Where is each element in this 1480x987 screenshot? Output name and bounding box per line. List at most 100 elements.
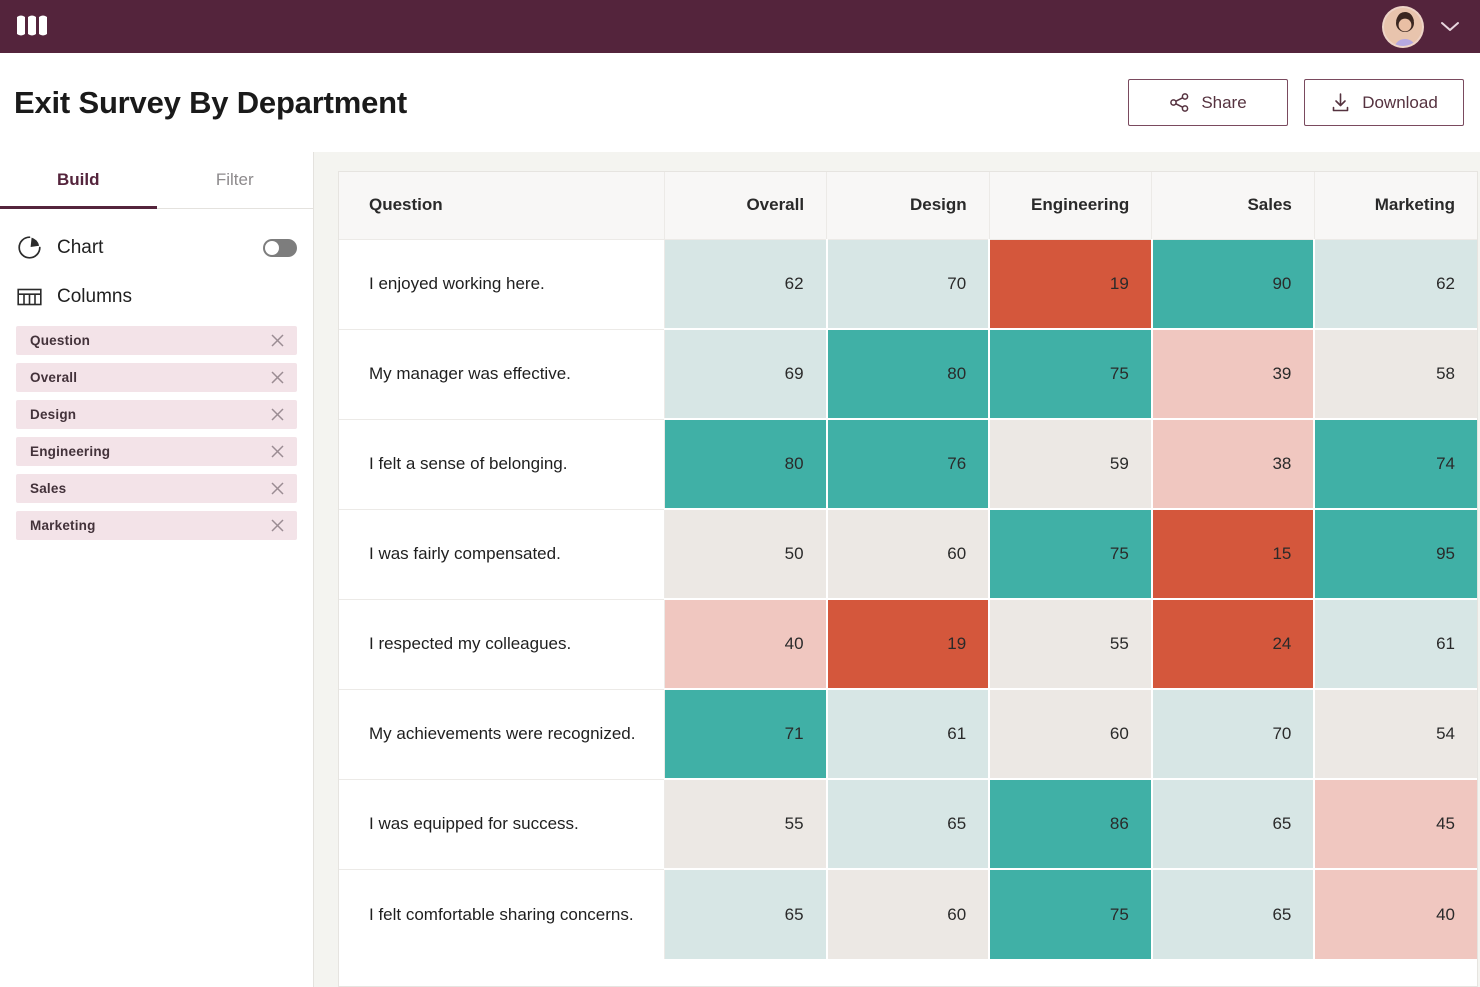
heatmap-cell-design: 76	[827, 419, 990, 509]
heatmap-cell-overall: 80	[664, 419, 827, 509]
wave-logo-icon[interactable]	[14, 14, 48, 40]
column-chip-question[interactable]: Question	[16, 326, 297, 355]
heatmap-cell-engineering: 19	[989, 239, 1152, 329]
column-chip-marketing[interactable]: Marketing	[16, 511, 297, 540]
chip-label: Engineering	[30, 444, 110, 459]
heatmap-cell-sales: 15	[1152, 509, 1315, 599]
heatmap-cell-marketing: 61	[1314, 599, 1477, 689]
chip-label: Design	[30, 407, 76, 422]
column-chip-design[interactable]: Design	[16, 400, 297, 429]
question-cell: I felt a sense of belonging.	[339, 419, 664, 509]
share-network-icon	[1169, 92, 1190, 113]
sidebar-tabs: Build Filter	[0, 152, 313, 209]
question-cell: My manager was effective.	[339, 329, 664, 419]
chevron-down-icon[interactable]	[1440, 20, 1460, 33]
question-cell: I was fairly compensated.	[339, 509, 664, 599]
build-sidebar: Build Filter Chart	[0, 152, 314, 987]
table-header: QuestionOverallDesignEngineeringSalesMar…	[339, 172, 1477, 239]
column-chip-overall[interactable]: Overall	[16, 363, 297, 392]
table-columns-icon	[16, 286, 43, 308]
close-icon[interactable]	[270, 518, 285, 533]
top-brand-bar	[0, 0, 1480, 53]
column-chip-list: Question Overall Design	[12, 326, 301, 540]
heatmap-cell-overall: 40	[664, 599, 827, 689]
heatmap-cell-sales: 38	[1152, 419, 1315, 509]
column-header-engineering[interactable]: Engineering	[989, 172, 1152, 239]
chart-row: Chart	[12, 209, 301, 260]
heatmap-cell-marketing: 40	[1314, 869, 1477, 959]
table-row: My achievements were recognized.71616070…	[339, 689, 1477, 779]
heatmap-cell-design: 60	[827, 509, 990, 599]
heatmap-cell-engineering: 55	[989, 599, 1152, 689]
heatmap-cell-overall: 55	[664, 779, 827, 869]
chip-label: Question	[30, 333, 90, 348]
close-icon[interactable]	[270, 370, 285, 385]
column-header-sales[interactable]: Sales	[1152, 172, 1315, 239]
share-button[interactable]: Share	[1128, 79, 1288, 126]
heatmap-cell-design: 60	[827, 869, 990, 959]
heatmap-cell-marketing: 74	[1314, 419, 1477, 509]
table-body: I enjoyed working here.6270199062My mana…	[339, 239, 1477, 959]
heatmap-cell-overall: 62	[664, 239, 827, 329]
close-icon[interactable]	[270, 333, 285, 348]
question-cell: My achievements were recognized.	[339, 689, 664, 779]
tab-filter[interactable]: Filter	[157, 152, 314, 208]
table-header-row: QuestionOverallDesignEngineeringSalesMar…	[339, 172, 1477, 239]
heatmap-cell-sales: 65	[1152, 869, 1315, 959]
question-cell: I felt comfortable sharing concerns.	[339, 869, 664, 959]
heatmap-cell-engineering: 75	[989, 869, 1152, 959]
heatmap-cell-sales: 39	[1152, 329, 1315, 419]
download-button[interactable]: Download	[1304, 79, 1464, 126]
close-icon[interactable]	[270, 444, 285, 459]
heatmap-cell-sales: 70	[1152, 689, 1315, 779]
heatmap-cell-marketing: 45	[1314, 779, 1477, 869]
account-menu[interactable]	[1382, 6, 1460, 48]
heatmap-cell-design: 61	[827, 689, 990, 779]
share-button-label: Share	[1201, 93, 1246, 113]
heatmap-cell-sales: 90	[1152, 239, 1315, 329]
column-header-marketing[interactable]: Marketing	[1314, 172, 1477, 239]
heatmap-cell-overall: 65	[664, 869, 827, 959]
column-header-question[interactable]: Question	[339, 172, 664, 239]
chart-toggle[interactable]	[263, 239, 297, 257]
avatar[interactable]	[1382, 6, 1424, 48]
heatmap-cell-sales: 65	[1152, 779, 1315, 869]
table-row: My manager was effective.6980753958	[339, 329, 1477, 419]
heatmap-cell-marketing: 54	[1314, 689, 1477, 779]
heatmap-cell-engineering: 75	[989, 329, 1152, 419]
heatmap-table-container: QuestionOverallDesignEngineeringSalesMar…	[338, 171, 1478, 987]
chip-label: Overall	[30, 370, 77, 385]
column-header-overall[interactable]: Overall	[664, 172, 827, 239]
heatmap-cell-sales: 24	[1152, 599, 1315, 689]
question-cell: I enjoyed working here.	[339, 239, 664, 329]
columns-label: Columns	[57, 286, 297, 308]
chart-label: Chart	[57, 237, 249, 259]
page-title: Exit Survey By Department	[14, 85, 407, 121]
close-icon[interactable]	[270, 481, 285, 496]
heatmap-cell-marketing: 95	[1314, 509, 1477, 599]
column-chip-engineering[interactable]: Engineering	[16, 437, 297, 466]
page-header: Exit Survey By Department Share	[0, 53, 1480, 152]
columns-row: Columns	[12, 260, 301, 308]
heatmap-cell-marketing: 62	[1314, 239, 1477, 329]
heatmap-cell-overall: 69	[664, 329, 827, 419]
download-button-label: Download	[1362, 93, 1438, 113]
header-actions: Share Download	[1128, 79, 1464, 126]
heatmap-cell-overall: 50	[664, 509, 827, 599]
column-header-design[interactable]: Design	[827, 172, 990, 239]
heatmap-table: QuestionOverallDesignEngineeringSalesMar…	[339, 172, 1477, 959]
heatmap-cell-engineering: 86	[989, 779, 1152, 869]
table-row: I respected my colleagues.4019552461	[339, 599, 1477, 689]
table-row: I felt comfortable sharing concerns.6560…	[339, 869, 1477, 959]
chip-label: Sales	[30, 481, 66, 496]
tab-build[interactable]: Build	[0, 152, 157, 208]
heatmap-cell-overall: 71	[664, 689, 827, 779]
question-cell: I respected my colleagues.	[339, 599, 664, 689]
heatmap-cell-design: 70	[827, 239, 990, 329]
close-icon[interactable]	[270, 407, 285, 422]
column-chip-sales[interactable]: Sales	[16, 474, 297, 503]
sidebar-sections: Chart Columns Question	[0, 209, 313, 540]
table-row: I enjoyed working here.6270199062	[339, 239, 1477, 329]
heatmap-cell-design: 19	[827, 599, 990, 689]
heatmap-cell-engineering: 59	[989, 419, 1152, 509]
